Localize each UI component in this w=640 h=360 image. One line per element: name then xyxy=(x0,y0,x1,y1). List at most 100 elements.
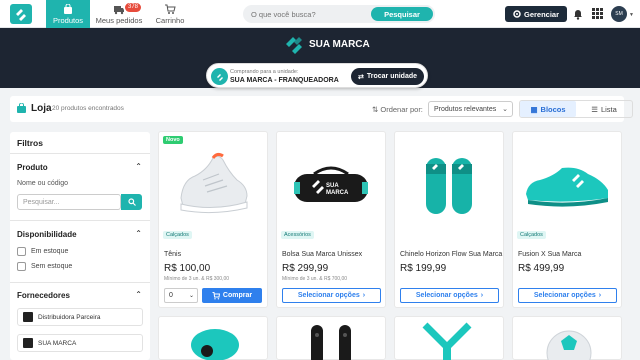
store-bag-icon xyxy=(17,103,26,113)
select-options-button[interactable]: Selecionar opções › xyxy=(282,288,381,303)
quantity-select[interactable]: 0 ⌄ xyxy=(164,288,198,303)
divider xyxy=(10,282,150,283)
select-options-label: Selecionar opções xyxy=(415,292,478,299)
product-card[interactable]: Chinelo Horizon Flow Sua Marca R$ 199,99… xyxy=(394,131,504,308)
chevron-up-icon[interactable]: ⌃ xyxy=(135,229,142,238)
product-price: R$ 199,99 xyxy=(400,263,447,274)
product-name[interactable]: Fusion X Sua Marca xyxy=(518,251,581,258)
search-icon xyxy=(127,198,136,206)
product-image[interactable]: SUA MARCA xyxy=(277,132,385,238)
chevron-right-icon: › xyxy=(480,292,484,299)
orders-count-badge: 378 xyxy=(125,3,142,12)
brand-logo-icon[interactable] xyxy=(10,4,32,24)
page-title-text: Loja xyxy=(31,103,52,114)
bell-icon[interactable] xyxy=(573,8,583,20)
sort-value: Produtos relevantes xyxy=(434,106,497,113)
product-card[interactable]: Novo Calçados Tênis R$ 100,00 Mínimo de … xyxy=(158,131,268,308)
product-card[interactable] xyxy=(512,316,622,360)
product-name[interactable]: Tênis xyxy=(164,251,181,258)
sort-label: ⇅ Ordenar por: xyxy=(372,105,423,114)
chevron-right-icon: › xyxy=(598,292,602,299)
apps-grid-icon[interactable] xyxy=(592,8,603,19)
chevron-up-icon[interactable]: ⌃ xyxy=(135,162,142,171)
filters-title: Filtros xyxy=(17,138,43,148)
in-stock-checkbox[interactable] xyxy=(17,247,26,256)
sort-select[interactable]: Produtos relevantes ⌄ xyxy=(428,101,513,117)
page-title: Loja xyxy=(16,103,52,114)
change-unit-label: Trocar unidade xyxy=(366,73,418,80)
view-blocks-label: Blocos xyxy=(540,104,566,114)
product-card[interactable]: SUA MARCA Acessórios Bolsa Sua Marca Uni… xyxy=(276,131,386,308)
chevron-down-icon: ⌄ xyxy=(502,106,508,113)
product-price: R$ 299,99 xyxy=(282,263,329,274)
chevron-down-icon[interactable]: ▼ xyxy=(629,12,634,18)
minimum-order: Mínimo de 3 un. & R$ 700,00 xyxy=(282,276,348,282)
chevron-right-icon: › xyxy=(362,292,366,299)
sort-label-text: Ordenar por: xyxy=(380,105,423,114)
truck-icon xyxy=(114,6,124,15)
chevron-up-icon[interactable]: ⌃ xyxy=(135,290,142,299)
product-name[interactable]: Chinelo Horizon Flow Sua Marca xyxy=(400,251,502,258)
chevron-down-icon: ⌄ xyxy=(188,293,194,299)
tab-carrinho[interactable]: Carrinho xyxy=(150,0,190,28)
results-count: 20 produtos encontrados xyxy=(52,105,124,112)
out-stock-option[interactable]: Sem estoque xyxy=(17,262,72,271)
avatar[interactable]: SM xyxy=(611,6,627,22)
category-tag: Acessórios xyxy=(281,231,314,239)
swap-icon: ⇄ xyxy=(357,73,364,81)
unit-name: SUA MARCA - FRANQUEADORA xyxy=(230,77,339,84)
view-toggle: ▦ Blocos ☰ Lista xyxy=(519,100,633,118)
product-card[interactable] xyxy=(158,316,268,360)
product-image[interactable] xyxy=(395,132,503,238)
view-blocks-button[interactable]: ▦ Blocos xyxy=(520,101,576,117)
top-navbar: Produtos Meus pedidos 378 Carrinho Pesqu… xyxy=(0,0,640,28)
gerenciar-button[interactable]: Gerenciar xyxy=(505,6,567,22)
supplier-logo xyxy=(23,338,33,348)
select-options-button[interactable]: Selecionar opções › xyxy=(518,288,617,303)
product-card[interactable] xyxy=(276,316,386,360)
product-image[interactable] xyxy=(159,132,267,238)
in-stock-option[interactable]: Em estoque xyxy=(17,247,68,256)
product-image[interactable] xyxy=(277,317,387,360)
view-list-label: Lista xyxy=(600,104,617,114)
category-tag: Calçados xyxy=(163,231,192,239)
product-image[interactable] xyxy=(159,317,269,360)
out-stock-label: Sem estoque xyxy=(31,263,73,270)
tab-meus-pedidos[interactable]: Meus pedidos 378 xyxy=(95,0,143,28)
select-options-label: Selecionar opções xyxy=(297,292,360,299)
out-stock-checkbox[interactable] xyxy=(17,262,26,271)
buy-label: Comprar xyxy=(222,292,253,299)
select-options-button[interactable]: Selecionar opções › xyxy=(400,288,499,303)
list-icon: ☰ xyxy=(591,104,598,114)
product-search-input[interactable]: Pesquisar... xyxy=(17,194,121,210)
svg-text:MARCA: MARCA xyxy=(326,190,349,196)
supplier-item[interactable]: SUA MARCA xyxy=(17,334,143,352)
search-input[interactable] xyxy=(251,8,361,20)
suppliers-filter-title: Fornecedores xyxy=(17,291,70,300)
product-card[interactable]: Calçados Fusion X Sua Marca R$ 499,99 Se… xyxy=(512,131,622,308)
product-image[interactable] xyxy=(395,317,505,360)
product-card[interactable] xyxy=(394,316,504,360)
svg-text:SUA: SUA xyxy=(326,183,339,189)
quantity-value: 0 xyxy=(169,292,173,299)
brand-header: SUA MARCA xyxy=(284,34,370,54)
search-button[interactable]: Pesquisar xyxy=(371,7,433,21)
gear-icon xyxy=(513,10,521,18)
product-price: R$ 499,99 xyxy=(518,263,565,274)
product-search-button[interactable] xyxy=(121,194,142,210)
avatar-initials: SM xyxy=(615,11,623,17)
new-badge: Novo xyxy=(163,136,183,144)
supplier-item[interactable]: Distribuidora Parceira xyxy=(17,308,143,326)
view-list-button[interactable]: ☰ Lista xyxy=(576,101,632,117)
search-bar: Pesquisar xyxy=(243,5,435,23)
cart-icon xyxy=(212,291,220,299)
product-image[interactable] xyxy=(513,317,623,360)
product-price: R$ 100,00 xyxy=(164,263,211,274)
tab-produtos[interactable]: Produtos xyxy=(46,0,90,28)
product-filter-subtitle: Nome ou código xyxy=(17,180,68,187)
buy-button[interactable]: Comprar xyxy=(202,288,262,303)
bag-icon xyxy=(64,4,72,14)
product-name[interactable]: Bolsa Sua Marca Unissex xyxy=(282,251,362,258)
change-unit-button[interactable]: ⇄ Trocar unidade xyxy=(351,68,424,85)
product-image[interactable] xyxy=(513,132,621,238)
